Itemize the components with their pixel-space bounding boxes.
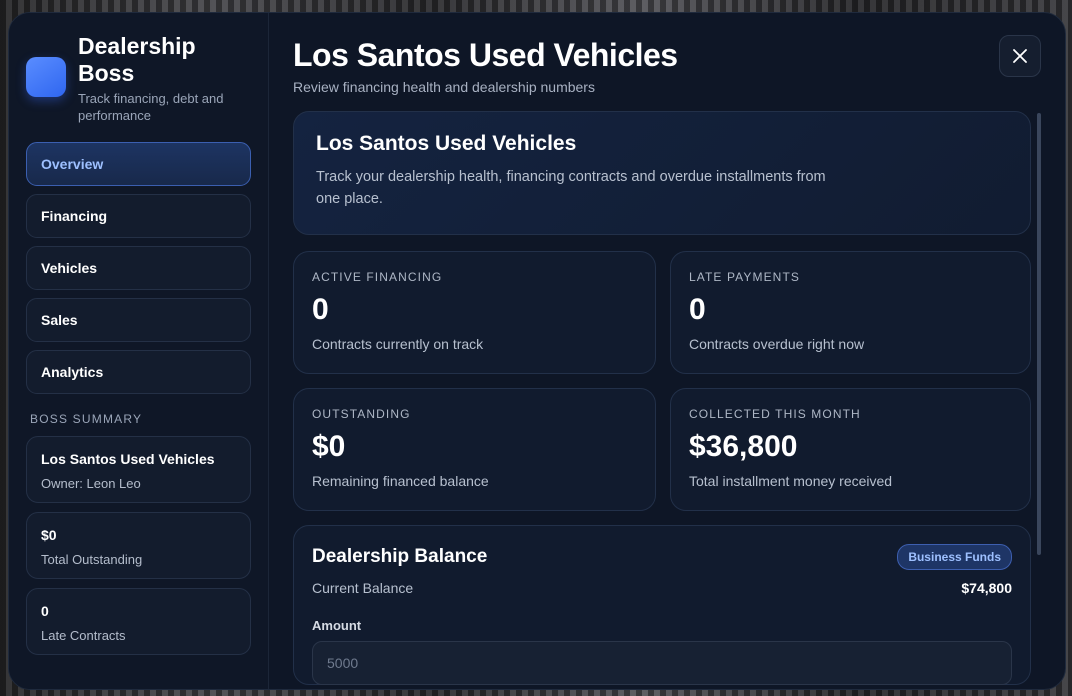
sidebar-item-vehicles[interactable]: Vehicles — [26, 246, 251, 290]
amount-label: Amount — [312, 618, 362, 633]
hero-title: Los Santos Used Vehicles — [316, 132, 577, 155]
current-balance-row: Current Balance $74,800 — [312, 580, 1012, 596]
hero-card: Los Santos Used Vehicles Track your deal… — [293, 111, 1031, 235]
stat-description: Contracts currently on track — [312, 336, 484, 352]
stat-description: Contracts overdue right now — [689, 336, 865, 352]
summary-outstanding-label: Total Outstanding — [41, 552, 143, 567]
stat-card-collected: COLLECTED THIS MONTH $36,800 Total insta… — [670, 388, 1031, 511]
dealership-balance-card: Dealership Balance Business Funds Curren… — [293, 525, 1031, 685]
content: Los Santos Used Vehicles Track your deal… — [293, 111, 1031, 685]
stats-grid: ACTIVE FINANCING 0 Contracts currently o… — [293, 251, 1031, 511]
summary-card-outstanding: $0 Total Outstanding — [26, 512, 251, 579]
scrollbar[interactable] — [1037, 113, 1041, 555]
sidebar-item-analytics[interactable]: Analytics — [26, 350, 251, 394]
stat-value: $0 — [312, 430, 346, 463]
balance-title: Dealership Balance — [312, 546, 488, 567]
brand-subtitle: Track financing, debt and performance — [78, 91, 224, 123]
summary-card-late: 0 Late Contracts — [26, 588, 251, 655]
sidebar-item-financing[interactable]: Financing — [26, 194, 251, 238]
dealership-window: Dealership Boss Track financing, debt an… — [8, 12, 1066, 690]
brand-logo-icon — [26, 57, 66, 97]
boss-summary: Los Santos Used Vehicles Owner: Leon Leo… — [26, 436, 251, 655]
stat-value: 0 — [689, 293, 706, 326]
business-funds-badge: Business Funds — [897, 544, 1012, 570]
stat-card-outstanding: OUTSTANDING $0 Remaining financed balanc… — [293, 388, 656, 511]
main-panel: Los Santos Used Vehicles Review financin… — [269, 13, 1065, 689]
stat-card-late-payments: LATE PAYMENTS 0 Contracts overdue right … — [670, 251, 1031, 374]
summary-late-label: Late Contracts — [41, 628, 126, 643]
hero-description: Track your dealership health, financing … — [316, 169, 826, 207]
stat-value: $36,800 — [689, 430, 798, 463]
boss-summary-label: BOSS SUMMARY — [30, 412, 143, 426]
sidebar-item-overview[interactable]: Overview — [26, 142, 251, 186]
stat-label: ACTIVE FINANCING — [312, 270, 443, 284]
stat-label: COLLECTED THIS MONTH — [689, 407, 861, 421]
stat-card-active-financing: ACTIVE FINANCING 0 Contracts currently o… — [293, 251, 656, 374]
balance-header: Dealership Balance Business Funds — [312, 544, 1012, 570]
summary-outstanding-value: $0 — [41, 527, 57, 543]
current-balance-value: $74,800 — [961, 580, 1012, 596]
summary-owner: Owner: Leon Leo — [41, 476, 141, 491]
current-balance-label: Current Balance — [312, 580, 414, 596]
summary-dealership-name: Los Santos Used Vehicles — [41, 451, 215, 467]
stat-label: OUTSTANDING — [312, 407, 411, 421]
summary-card-dealership: Los Santos Used Vehicles Owner: Leon Leo — [26, 436, 251, 503]
close-button[interactable] — [999, 35, 1041, 77]
stat-description: Total installment money received — [689, 473, 893, 489]
sidebar-nav: Overview Financing Vehicles Sales Analyt… — [26, 142, 251, 394]
amount-input[interactable] — [312, 641, 1012, 685]
page-subtitle: Review financing health and dealership n… — [293, 79, 595, 95]
close-icon — [1013, 49, 1027, 63]
brand-title: Dealership Boss — [78, 33, 196, 86]
summary-late-value: 0 — [41, 603, 49, 619]
stat-description: Remaining financed balance — [312, 473, 489, 489]
stat-value: 0 — [312, 293, 329, 326]
sidebar-item-sales[interactable]: Sales — [26, 298, 251, 342]
sidebar: Dealership Boss Track financing, debt an… — [9, 13, 269, 689]
stat-label: LATE PAYMENTS — [689, 270, 800, 284]
brand: Dealership Boss Track financing, debt an… — [26, 33, 251, 124]
page-title: Los Santos Used Vehicles — [293, 37, 678, 73]
